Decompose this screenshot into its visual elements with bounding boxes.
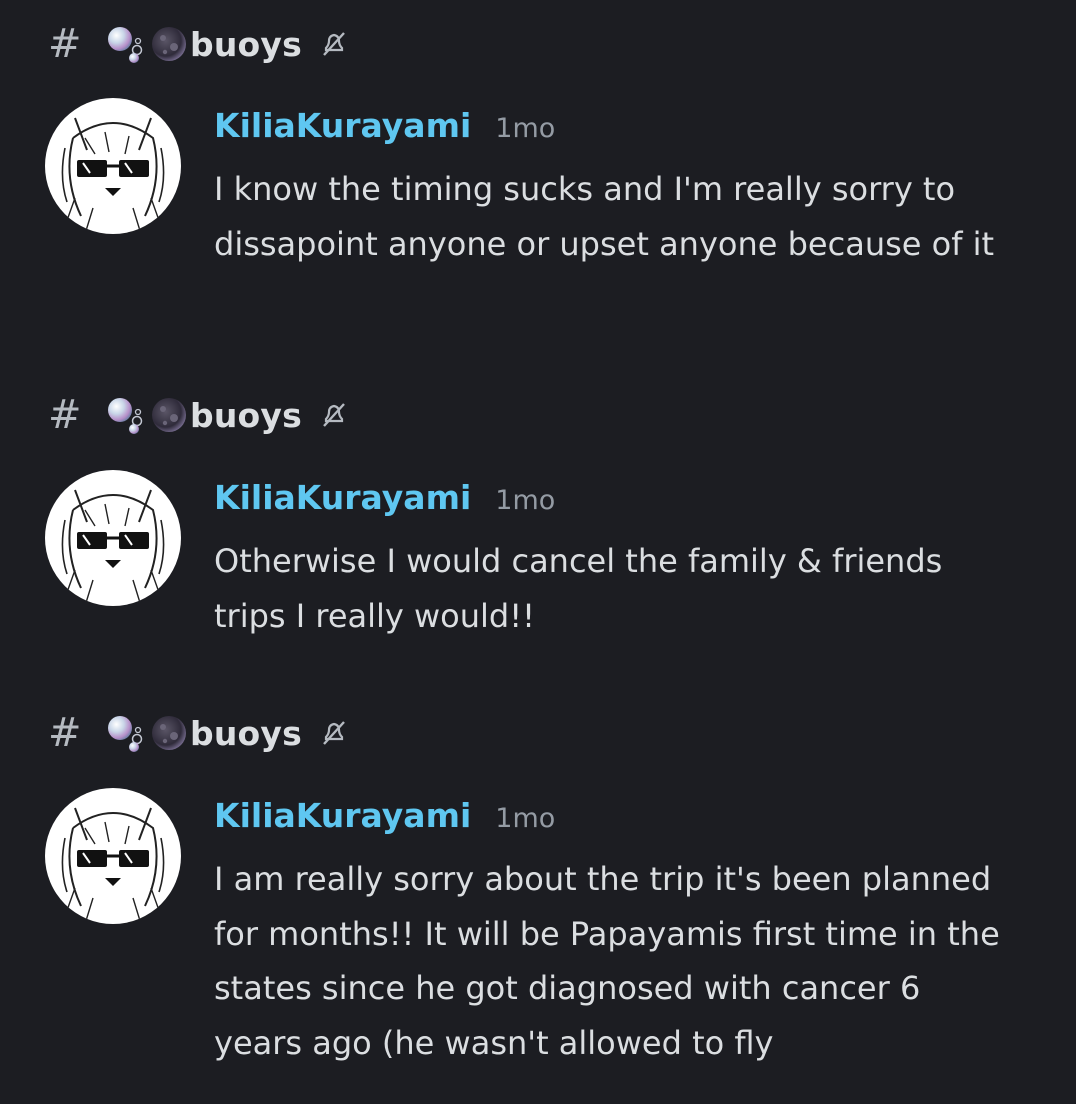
channel-header[interactable]: # buoys (48, 395, 348, 435)
message-text: I know the timing sucks and I'm really s… (214, 170, 995, 263)
message-header: KiliaKurayami 1mo (214, 478, 555, 517)
bell-slash-icon[interactable] (320, 719, 348, 747)
channel-name: buoys (190, 24, 302, 64)
channel-hash-icon: # (48, 21, 82, 67)
bell-slash-icon[interactable] (320, 401, 348, 429)
bubbles-icon (108, 716, 143, 752)
message-text: Otherwise I would cancel the family & fr… (214, 542, 943, 635)
channel-emoji (106, 713, 188, 753)
channel-name: buoys (190, 713, 302, 753)
username[interactable]: KiliaKurayami (214, 796, 471, 835)
bubbles-icon (108, 27, 143, 63)
channel-header[interactable]: # buoys (48, 713, 348, 753)
full-moon-icon (152, 716, 186, 750)
message-header: KiliaKurayami 1mo (214, 106, 555, 145)
avatar[interactable] (45, 788, 181, 924)
timestamp[interactable]: 1mo (495, 803, 555, 834)
avatar[interactable] (45, 470, 181, 606)
bubbles-icon (108, 398, 143, 434)
username[interactable]: KiliaKurayami (214, 478, 471, 517)
channel-hash-icon: # (48, 710, 82, 756)
full-moon-icon (152, 398, 186, 432)
username[interactable]: KiliaKurayami (214, 106, 471, 145)
bell-slash-icon[interactable] (320, 30, 348, 58)
timestamp[interactable]: 1mo (495, 485, 555, 516)
channel-name: buoys (190, 395, 302, 435)
timestamp[interactable]: 1mo (495, 113, 555, 144)
full-moon-icon (152, 27, 186, 61)
message-text: I am really sorry about the trip it's be… (214, 860, 1000, 1062)
channel-hash-icon: # (48, 392, 82, 438)
channel-emoji (106, 395, 188, 435)
avatar[interactable] (45, 98, 181, 234)
message-header: KiliaKurayami 1mo (214, 796, 555, 835)
channel-header[interactable]: # buoys (48, 24, 348, 64)
channel-emoji (106, 24, 188, 64)
